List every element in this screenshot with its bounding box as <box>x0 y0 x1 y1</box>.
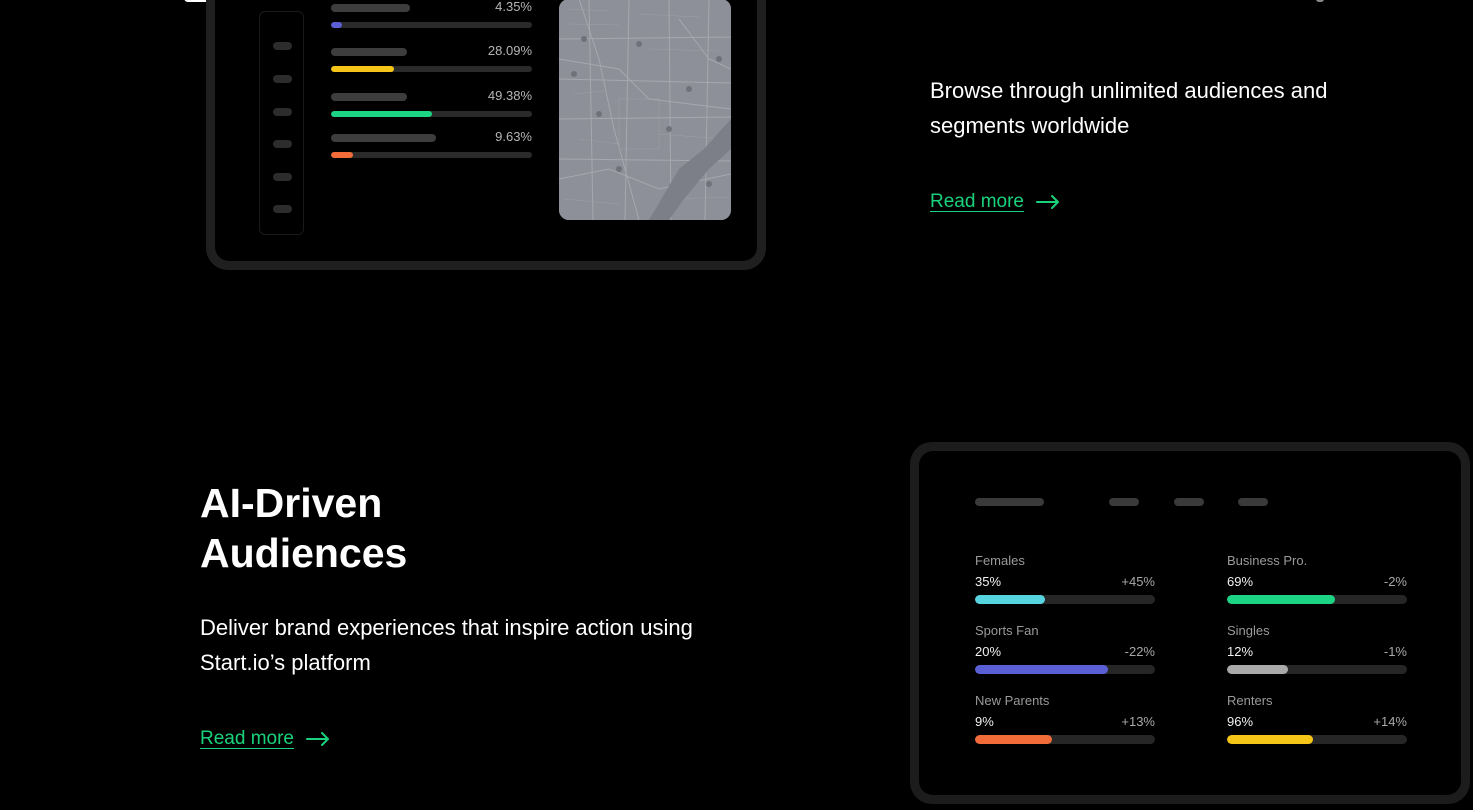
ai-driven-description: Deliver brand experiences that inspire a… <box>200 615 693 675</box>
segment-bar-fill <box>331 111 432 117</box>
segment-label-placeholder <box>331 93 407 101</box>
card-screen: 4.35% 28.09% 49.38% 9.63% <box>215 0 757 261</box>
stat-value: 96% <box>1227 714 1254 729</box>
rail-pill <box>273 42 292 50</box>
stat-name: Sports Fan <box>975 623 1039 638</box>
rail-pill <box>273 173 292 181</box>
stat-bar-fill <box>975 735 1053 744</box>
arrow-right-icon <box>1036 195 1059 209</box>
audiences-read-more-link[interactable]: Read more <box>930 191 1060 213</box>
header-pill <box>975 498 1044 506</box>
segment-percentage: 28.09% <box>487 43 532 58</box>
arrow-right-icon <box>306 732 329 746</box>
stat-name: Business Pro. <box>1227 553 1308 568</box>
ai-read-more-link[interactable]: Read more <box>200 728 330 750</box>
ai-driven-title: AI-Driven Audiences <box>200 478 407 578</box>
stat-change: +45% <box>1121 574 1155 589</box>
audience-stats-card: Females 35% +45% Business Pro. 69% -2% Sports … <box>910 442 1470 804</box>
map-image <box>559 0 731 220</box>
rail-pill <box>273 140 292 148</box>
audiences-description: Browse through unlimited audiences and s… <box>930 78 1328 138</box>
stat-change: -1% <box>1383 644 1407 659</box>
side-rail <box>259 11 304 235</box>
read-more-label: Read more <box>200 728 294 749</box>
card-screen: Females 35% +45% Business Pro. 69% -2% Sports … <box>919 451 1461 795</box>
stat-bar-fill <box>1227 595 1335 604</box>
segment-percentage: 49.38% <box>487 88 532 103</box>
stat-bar-track <box>1227 735 1407 744</box>
stat-name: Singles <box>1227 623 1270 638</box>
segment-bar-fill <box>331 22 343 28</box>
segment-bar-track <box>331 66 532 72</box>
segment-label-placeholder <box>331 48 407 56</box>
segment-bar-fill <box>331 66 395 72</box>
stat-bar-track <box>975 735 1155 744</box>
segment-percentage: 4.35% <box>495 0 532 14</box>
segment-bar-track <box>331 111 532 117</box>
stat-value: 20% <box>975 644 1002 659</box>
read-more-label: Read more <box>930 191 1024 212</box>
stat-change: -2% <box>1383 574 1407 589</box>
map-thumbnail <box>559 0 731 220</box>
segment-percentage: 9.63% <box>495 129 532 144</box>
audiences-text-block: Browse through unlimited audiences and s… <box>930 73 1410 143</box>
segment-bar-track <box>331 22 532 28</box>
stat-bar-track <box>1227 665 1407 674</box>
stat-value: 12% <box>1227 644 1254 659</box>
stat-value: 35% <box>975 574 1002 589</box>
stat-bar-track <box>975 665 1155 674</box>
header-pill <box>1109 498 1139 506</box>
stat-change: +13% <box>1121 714 1155 729</box>
rail-pill <box>273 108 292 116</box>
section-title-fragment: and Audiences <box>930 0 1270 34</box>
section-title: and Audiences <box>930 0 1270 8</box>
stat-value: 69% <box>1227 574 1254 589</box>
stat-value: 9% <box>975 714 994 729</box>
stat-change: +14% <box>1373 714 1407 729</box>
header-pill <box>1238 498 1268 506</box>
stat-bar-fill <box>1227 665 1289 674</box>
stat-bar-fill <box>975 665 1109 674</box>
audience-map-card: 4.35% 28.09% 49.38% 9.63% <box>206 0 766 270</box>
nav-item-fragment[interactable] <box>1316 0 1324 2</box>
stat-bar-fill <box>975 595 1046 604</box>
segment-label-placeholder <box>331 134 436 142</box>
audiences-read-more-wrap: Read more <box>930 191 1060 213</box>
header-pill <box>1174 498 1204 506</box>
segment-bar-track <box>331 152 532 158</box>
stat-change: -22% <box>1124 644 1155 659</box>
stat-bar-track <box>975 595 1155 604</box>
stat-name: Females <box>975 553 1025 568</box>
stat-bar-track <box>1227 595 1407 604</box>
segment-label-placeholder <box>331 4 410 12</box>
title-line-1: AI-Driven <box>200 480 383 526</box>
stat-bar-fill <box>1227 735 1314 744</box>
stat-name: Renters <box>1227 693 1273 708</box>
stat-name: New Parents <box>975 693 1050 708</box>
ai-read-more-wrap: Read more <box>200 728 330 750</box>
rail-pill <box>273 205 292 213</box>
title-line-2: Audiences <box>200 530 408 576</box>
segment-bar-fill <box>331 152 354 158</box>
rail-pill <box>273 75 292 83</box>
